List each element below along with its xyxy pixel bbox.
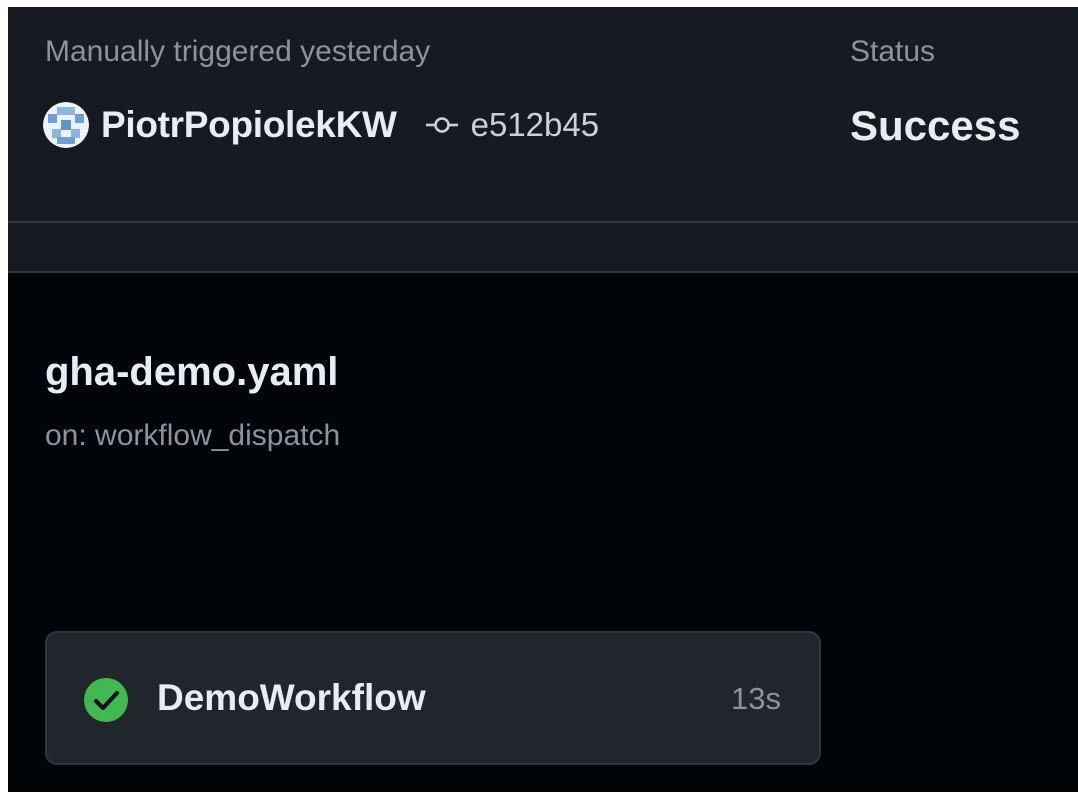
actor-name-link[interactable]: PiotrPopiolekKW: [101, 104, 397, 146]
workflow-run-view: Manually triggered yesterday PiotrPopiol…: [8, 7, 1078, 792]
status-label: Status: [850, 35, 936, 68]
git-commit-icon: [425, 117, 458, 133]
run-summary-panel: Manually triggered yesterday PiotrPopiol…: [8, 7, 1078, 223]
check-circle-icon: [84, 678, 128, 722]
actor-row: PiotrPopiolekKW e512b45: [43, 102, 599, 148]
trigger-text: Manually triggered yesterday: [45, 35, 431, 68]
status-value: Success: [850, 102, 1021, 149]
workflow-file-name: gha-demo.yaml: [45, 350, 339, 394]
job-duration: 13s: [731, 681, 781, 716]
job-name: DemoWorkflow: [157, 677, 426, 718]
job-card-demoworkflow[interactable]: DemoWorkflow 13s: [45, 631, 821, 765]
commit-sha: e512b45: [470, 106, 600, 143]
commit-link[interactable]: e512b45: [425, 106, 599, 144]
workflow-trigger-event: on: workflow_dispatch: [45, 419, 341, 452]
summary-divider-band: [8, 223, 1078, 273]
identicon-avatar-icon[interactable]: [43, 102, 89, 148]
